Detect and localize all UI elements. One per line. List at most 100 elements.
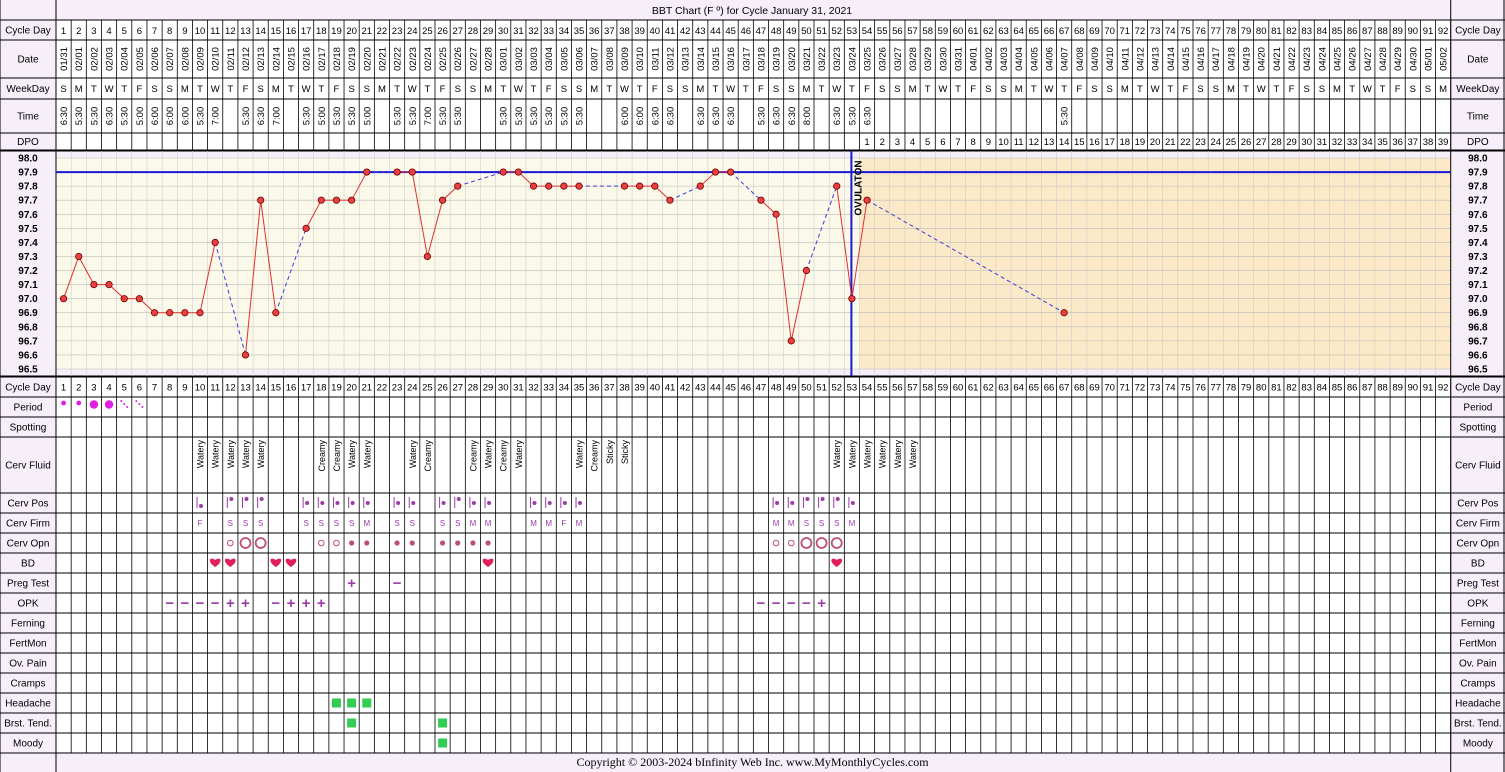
time-label: 7:00	[423, 107, 434, 126]
cycle-day-label: 12	[225, 26, 236, 37]
dpo-label: 27	[1256, 137, 1267, 148]
cycle-day-label: 20	[346, 26, 357, 37]
opk-marker: +	[226, 595, 235, 612]
cerv-fluid-label: Watery	[832, 440, 842, 469]
cerv-pos-marker	[790, 501, 795, 505]
date-label: 04/24	[1317, 47, 1328, 71]
temp-point	[348, 196, 356, 204]
opk-marker: +	[817, 595, 826, 612]
date-label: 03/01	[499, 47, 510, 71]
dpo-label: 38	[1423, 137, 1434, 148]
period-marker	[89, 400, 99, 409]
cerv-firm-label: M	[545, 519, 552, 528]
opk-marker: +	[317, 595, 326, 612]
cerv-opn-marker	[439, 540, 446, 546]
date-label: 01/31	[59, 47, 70, 71]
y-tick-left: 96.6	[18, 350, 38, 361]
time-label: 6:30	[787, 107, 798, 126]
temp-point	[438, 196, 447, 204]
cycle-day-label: 69	[1089, 26, 1100, 37]
cerv-pos-marker	[820, 497, 825, 501]
weekday-label: W	[514, 84, 523, 95]
cerv-pos-marker	[441, 501, 446, 505]
date-label: 02/23	[408, 47, 419, 71]
y-tick-right: 97.3	[1468, 252, 1488, 263]
row-label-right-fertmon: FertMon	[1459, 639, 1496, 650]
cerv-pos-marker	[532, 501, 537, 505]
temp-point	[833, 182, 841, 190]
cycle-day-label-bottom: 23	[392, 383, 403, 394]
y-tick-left: 97.9	[18, 168, 38, 179]
cerv-fluid-label: Sticky	[605, 440, 615, 465]
cycle-day-label: 70	[1104, 26, 1115, 37]
dpo-label: 24	[1210, 137, 1221, 148]
cycle-day-label-bottom: 19	[331, 383, 342, 394]
cerv-pos-marker	[229, 497, 234, 501]
date-label: 03/28	[908, 47, 919, 71]
date-label: 04/18	[1226, 47, 1237, 71]
time-label: 5:30	[499, 107, 510, 126]
cycle-day-label: 91	[1423, 26, 1434, 37]
cycle-day-label: 58	[922, 26, 933, 37]
cycle-day-label: 17	[301, 26, 312, 37]
cycle-day-label-bottom: 55	[877, 383, 888, 394]
temp-point	[181, 309, 189, 317]
weekday-label: W	[1151, 84, 1160, 95]
weekday-label: M	[1227, 84, 1235, 95]
weekday-label: W	[1044, 84, 1053, 95]
date-label: 02/09	[196, 47, 207, 71]
opk-marker: −	[757, 595, 766, 612]
weekday-label: S	[455, 84, 461, 95]
cycle-day-label-bottom: 33	[543, 383, 554, 394]
date-label: 03/16	[726, 47, 737, 71]
cycle-day-label-bottom: 31	[513, 383, 524, 394]
date-label: 04/01	[969, 47, 980, 71]
opk-marker: −	[165, 595, 174, 612]
cerv-pos-marker	[578, 501, 583, 505]
dpo-label: 36	[1392, 137, 1403, 148]
weekday-label: T	[531, 84, 537, 95]
time-label: 6:30	[105, 107, 116, 126]
dpo-label: 35	[1377, 137, 1388, 148]
weekday-label: M	[590, 84, 598, 95]
temp-point	[696, 182, 704, 190]
y-tick-right: 96.9	[1468, 308, 1488, 319]
cerv-fluid-label: Watery	[347, 440, 357, 469]
weekday-label: T	[1273, 84, 1279, 95]
temp-point	[787, 337, 795, 345]
cerv-opn-marker	[455, 540, 461, 546]
date-label: 04/12	[1135, 47, 1146, 71]
time-label: 5:30	[408, 107, 419, 126]
date-label: 04/04	[1014, 47, 1025, 71]
date-label: 03/12	[665, 47, 676, 71]
y-tick-left: 97.3	[18, 252, 38, 263]
row-label-right-date: Date	[1467, 55, 1489, 66]
cycle-day-label-bottom: 80	[1256, 383, 1267, 394]
cycle-day-label-bottom: 63	[998, 383, 1009, 394]
temp-point	[105, 280, 113, 289]
opk-marker: +	[287, 595, 296, 612]
cerv-pos-marker	[471, 501, 476, 505]
dpo-label: 14	[1059, 137, 1070, 148]
dpo-label: 23	[1195, 137, 1206, 148]
date-label: 03/07	[590, 47, 601, 71]
cerv-fluid-label: Watery	[362, 440, 372, 469]
temp-point	[772, 210, 780, 218]
weekday-label: T	[1167, 84, 1173, 95]
time-label: 5:30	[575, 107, 586, 126]
cycle-day-label: 45	[725, 26, 736, 37]
cerv-firm-label: M	[788, 519, 795, 528]
cerv-firm-label: M	[576, 519, 583, 528]
cycle-day-label-bottom: 39	[634, 383, 645, 394]
cycle-day-label-bottom: 20	[346, 383, 357, 394]
cycle-day-label-bottom: 26	[437, 383, 448, 394]
temp-point	[196, 309, 204, 317]
cycle-day-label-bottom: 18	[316, 383, 327, 394]
dpo-label: 6	[940, 137, 945, 148]
cycle-day-label-bottom: 38	[619, 383, 630, 394]
cycle-day-label-bottom: 41	[665, 383, 676, 394]
cycle-day-label-bottom: 40	[650, 383, 661, 394]
cycle-day-label-bottom: 79	[1241, 383, 1252, 394]
date-label: 03/22	[817, 47, 828, 71]
cycle-day-label-bottom: 53	[847, 383, 858, 394]
